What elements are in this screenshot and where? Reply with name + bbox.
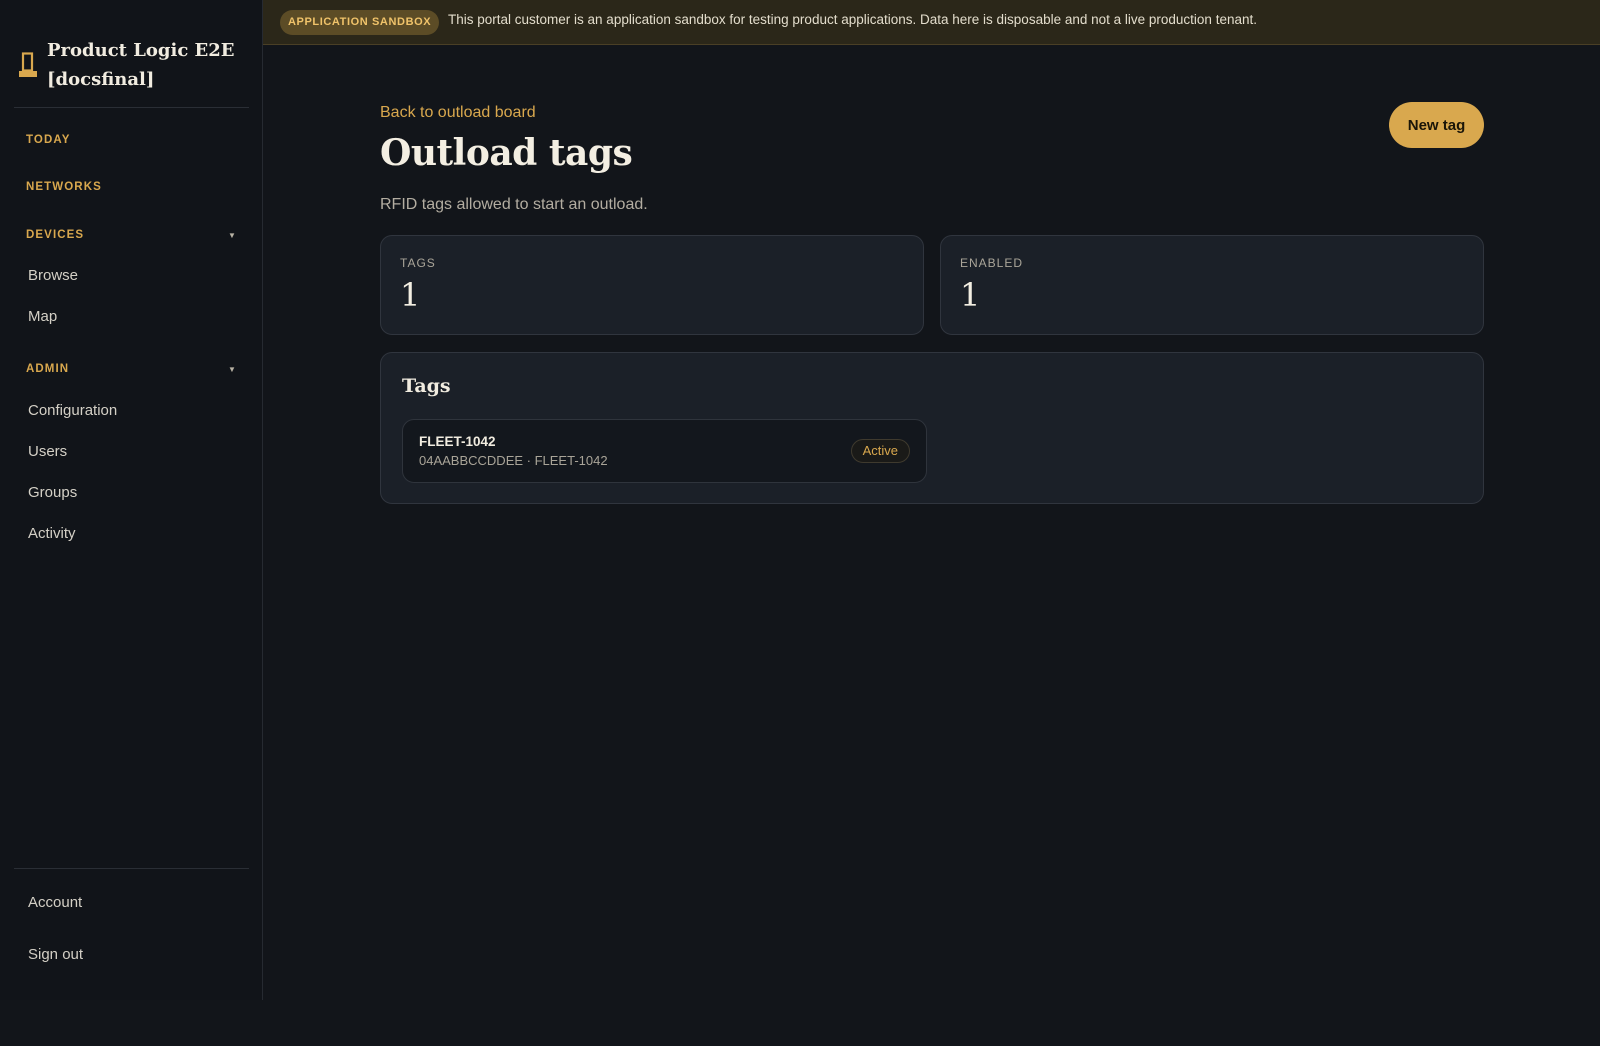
sidebar-section-label: DEVICES	[26, 229, 85, 241]
sidebar-section-devices[interactable]: DEVICES ▼	[26, 229, 236, 241]
sandbox-message: This portal customer is an application s…	[448, 12, 1257, 27]
sidebar-divider-top	[14, 107, 249, 108]
page-title: Outload tags	[380, 132, 633, 174]
sandbox-badge: APPLICATION SANDBOX	[280, 10, 440, 35]
back-to-outload-board-link[interactable]: Back to outload board	[380, 104, 536, 122]
sandbox-banner: APPLICATION SANDBOX This portal customer…	[263, 0, 1600, 45]
sidebar-item-map[interactable]: Map	[28, 308, 57, 325]
stat-value: 1	[960, 276, 981, 314]
chevron-down-icon: ▼	[227, 364, 237, 374]
brand-tenant: [docsfinal]	[47, 69, 155, 90]
sidebar-item-activity[interactable]: Activity	[28, 525, 76, 542]
sidebar-item-today[interactable]: TODAY	[26, 134, 236, 146]
panel-title: Tags	[402, 375, 451, 397]
sidebar-item-label: TODAY	[26, 134, 71, 146]
new-tag-button[interactable]: New tag	[1389, 102, 1484, 148]
sidebar-item-networks[interactable]: NETWORKS	[26, 181, 236, 193]
tags-panel: Tags FLEET-1042 04AABBCCDDEE · FLEET-104…	[380, 352, 1484, 504]
device-icon	[18, 52, 38, 83]
stat-card-enabled: ENABLED 1	[940, 235, 1484, 335]
sidebar-item-account[interactable]: Account	[28, 894, 82, 911]
chevron-down-icon: ▼	[227, 230, 237, 240]
sidebar-item-configuration[interactable]: Configuration	[28, 402, 117, 419]
stat-card-tags: TAGS 1	[380, 235, 924, 335]
stat-label: ENABLED	[960, 256, 1024, 270]
sidebar-item-users[interactable]: Users	[28, 443, 67, 460]
status-badge: Active	[850, 439, 910, 463]
brand-title: Product Logic E2E [docsfinal]	[47, 36, 237, 94]
sidebar-section-admin[interactable]: ADMIN ▼	[26, 363, 236, 375]
brand[interactable]: Product Logic E2E [docsfinal]	[18, 36, 237, 94]
stat-value: 1	[400, 276, 421, 314]
list-item[interactable]: FLEET-1042 04AABBCCDDEE · FLEET-1042 Act…	[402, 419, 927, 483]
tag-name: FLEET-1042	[419, 434, 496, 449]
sidebar-section-label: ADMIN	[26, 363, 70, 375]
sidebar-item-groups[interactable]: Groups	[28, 484, 77, 501]
sidebar-item-label: NETWORKS	[26, 181, 102, 193]
stat-label: TAGS	[400, 256, 436, 270]
sidebar-divider-bottom	[14, 868, 249, 869]
tag-meta: 04AABBCCDDEE · FLEET-1042	[419, 453, 608, 468]
brand-name: Product Logic E2E	[47, 40, 235, 61]
sidebar-item-sign-out[interactable]: Sign out	[28, 946, 83, 963]
sidebar-item-browse[interactable]: Browse	[28, 267, 78, 284]
sidebar: Product Logic E2E [docsfinal] TODAY NETW…	[0, 0, 263, 1000]
page-subtitle: RFID tags allowed to start an outload.	[380, 196, 648, 213]
